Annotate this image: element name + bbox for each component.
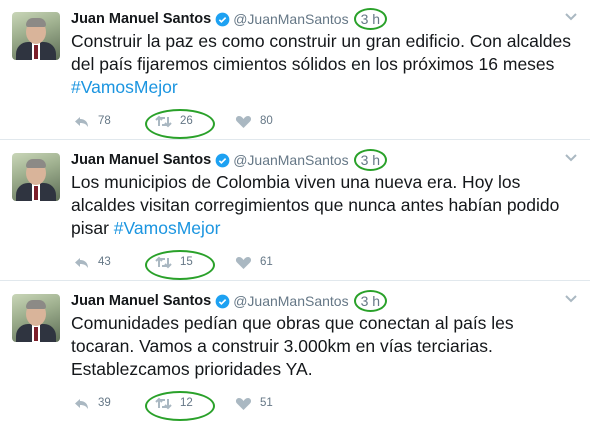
tweet-body: Comunidades pedían que obras que conecta… bbox=[71, 313, 514, 379]
like-button[interactable]: 51 bbox=[235, 396, 295, 411]
tweet-feed: Juan Manuel Santos @JuanManSantos 3 h Co… bbox=[0, 0, 593, 423]
author-handle[interactable]: @JuanManSantos bbox=[233, 152, 348, 168]
tweet-timestamp[interactable]: 3 h bbox=[353, 290, 388, 312]
tweet-timestamp[interactable]: 3 h bbox=[353, 8, 388, 30]
highlight-circle bbox=[145, 108, 215, 139]
reply-button[interactable]: 39 bbox=[73, 396, 155, 411]
reply-count: 78 bbox=[98, 115, 111, 127]
reply-icon bbox=[75, 116, 88, 127]
tweet-header: Juan Manuel Santos @JuanManSantos 3 h bbox=[71, 8, 388, 30]
avatar[interactable] bbox=[12, 153, 60, 201]
avatar[interactable] bbox=[12, 12, 60, 60]
hashtag-link[interactable]: #VamosMejor bbox=[71, 77, 178, 97]
heart-icon bbox=[235, 256, 252, 269]
author-name[interactable]: Juan Manuel Santos bbox=[71, 293, 211, 309]
like-count: 51 bbox=[260, 397, 273, 409]
retweet-button[interactable]: 12 bbox=[145, 390, 235, 421]
tweet-body: Construir la paz es como construir un gr… bbox=[71, 31, 571, 74]
tweet-actions: 39 12 51 bbox=[73, 390, 295, 421]
author-name[interactable]: Juan Manuel Santos bbox=[71, 152, 211, 168]
like-count: 61 bbox=[260, 256, 273, 268]
chevron-down-icon[interactable] bbox=[564, 294, 578, 304]
chevron-down-icon[interactable] bbox=[564, 153, 578, 163]
reply-count: 43 bbox=[98, 256, 111, 268]
verified-badge-icon bbox=[215, 153, 230, 167]
reply-button[interactable]: 78 bbox=[73, 114, 155, 129]
tweet-text: Los municipios de Colombia viven una nue… bbox=[71, 171, 576, 240]
tweet-header: Juan Manuel Santos @JuanManSantos 3 h bbox=[71, 149, 388, 171]
tweet-timestamp[interactable]: 3 h bbox=[353, 149, 388, 171]
highlight-circle bbox=[353, 149, 388, 171]
author-handle[interactable]: @JuanManSantos bbox=[233, 11, 348, 27]
tweet-actions: 78 26 80 bbox=[73, 108, 295, 139]
verified-badge-icon bbox=[215, 294, 230, 308]
like-button[interactable]: 61 bbox=[235, 255, 295, 270]
avatar[interactable] bbox=[12, 294, 60, 342]
heart-icon bbox=[235, 115, 252, 128]
reply-icon bbox=[75, 398, 88, 409]
reply-button[interactable]: 43 bbox=[73, 255, 155, 270]
highlight-circle bbox=[145, 390, 215, 421]
tweet[interactable]: Juan Manuel Santos @JuanManSantos 3 h Co… bbox=[0, 282, 590, 423]
chevron-down-icon[interactable] bbox=[564, 12, 578, 22]
tweet-header: Juan Manuel Santos @JuanManSantos 3 h bbox=[71, 290, 388, 312]
tweet-actions: 43 15 61 bbox=[73, 249, 295, 280]
tweet[interactable]: Juan Manuel Santos @JuanManSantos 3 h Lo… bbox=[0, 141, 590, 281]
reply-count: 39 bbox=[98, 397, 111, 409]
like-button[interactable]: 80 bbox=[235, 114, 295, 129]
retweet-button[interactable]: 15 bbox=[145, 249, 235, 280]
highlight-circle bbox=[353, 290, 388, 312]
author-handle[interactable]: @JuanManSantos bbox=[233, 293, 348, 309]
like-count: 80 bbox=[260, 115, 273, 127]
retweet-button[interactable]: 26 bbox=[145, 108, 235, 139]
reply-icon bbox=[75, 257, 88, 268]
hashtag-link[interactable]: #VamosMejor bbox=[114, 218, 221, 238]
tweet-text: Construir la paz es como construir un gr… bbox=[71, 30, 576, 99]
author-name[interactable]: Juan Manuel Santos bbox=[71, 11, 211, 27]
tweet[interactable]: Juan Manuel Santos @JuanManSantos 3 h Co… bbox=[0, 0, 590, 140]
highlight-circle bbox=[353, 8, 388, 30]
highlight-circle bbox=[145, 249, 215, 280]
heart-icon bbox=[235, 397, 252, 410]
verified-badge-icon bbox=[215, 12, 230, 26]
tweet-text: Comunidades pedían que obras que conecta… bbox=[71, 312, 576, 381]
